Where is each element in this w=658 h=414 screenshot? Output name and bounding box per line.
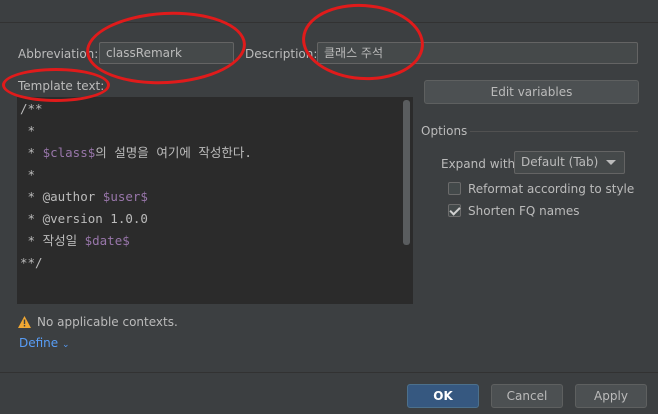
template-line: *: [20, 123, 36, 138]
no-contexts-text: No applicable contexts.: [37, 315, 178, 329]
template-line: /**: [20, 101, 43, 116]
cancel-button[interactable]: Cancel: [491, 384, 563, 408]
warning-icon: [18, 316, 31, 328]
ok-button[interactable]: OK: [407, 384, 479, 408]
template-line: * @author $user$: [20, 189, 148, 204]
options-title: Options: [421, 124, 468, 138]
expand-with-value: Default (Tab): [521, 155, 599, 169]
template-variable: $class$: [42, 145, 96, 160]
template-editor[interactable]: /** * * $class$의 설명을 여기에 작성한다. * * @auth…: [17, 97, 413, 304]
dialog-top-strip: [0, 0, 658, 23]
template-line: *: [20, 167, 36, 182]
description-input[interactable]: 클래스 주석: [317, 42, 638, 64]
template-line: **/: [20, 255, 43, 270]
shorten-fq-checkbox[interactable]: [448, 204, 461, 217]
expand-with-label: Expand with: [441, 157, 516, 171]
apply-button[interactable]: Apply: [575, 384, 647, 408]
template-text-label: Template text:: [18, 79, 105, 93]
chevron-down-icon: ⌄: [62, 340, 70, 350]
chevron-down-icon: [606, 160, 616, 165]
abbreviation-label: Abbreviation:: [18, 47, 99, 61]
description-label: Description:: [245, 47, 318, 61]
editor-scrollbar[interactable]: [403, 100, 410, 245]
define-link[interactable]: Define ⌄: [19, 335, 70, 353]
edit-variables-button[interactable]: Edit variables: [424, 80, 639, 104]
template-line: * $class$의 설명을 여기에 작성한다.: [20, 145, 252, 160]
shorten-fq-label[interactable]: Shorten FQ names: [468, 203, 579, 219]
reformat-checkbox[interactable]: [448, 182, 461, 195]
template-line: * @version 1.0.0: [20, 211, 148, 226]
reformat-label[interactable]: Reformat according to style: [468, 181, 634, 197]
template-line: * 작성일 $date$: [20, 233, 130, 248]
options-separator: [470, 131, 638, 132]
abbreviation-input[interactable]: classRemark: [99, 42, 234, 64]
expand-with-select[interactable]: Default (Tab): [514, 151, 625, 174]
template-variable: $date$: [84, 233, 130, 248]
template-variable: $user$: [102, 189, 148, 204]
